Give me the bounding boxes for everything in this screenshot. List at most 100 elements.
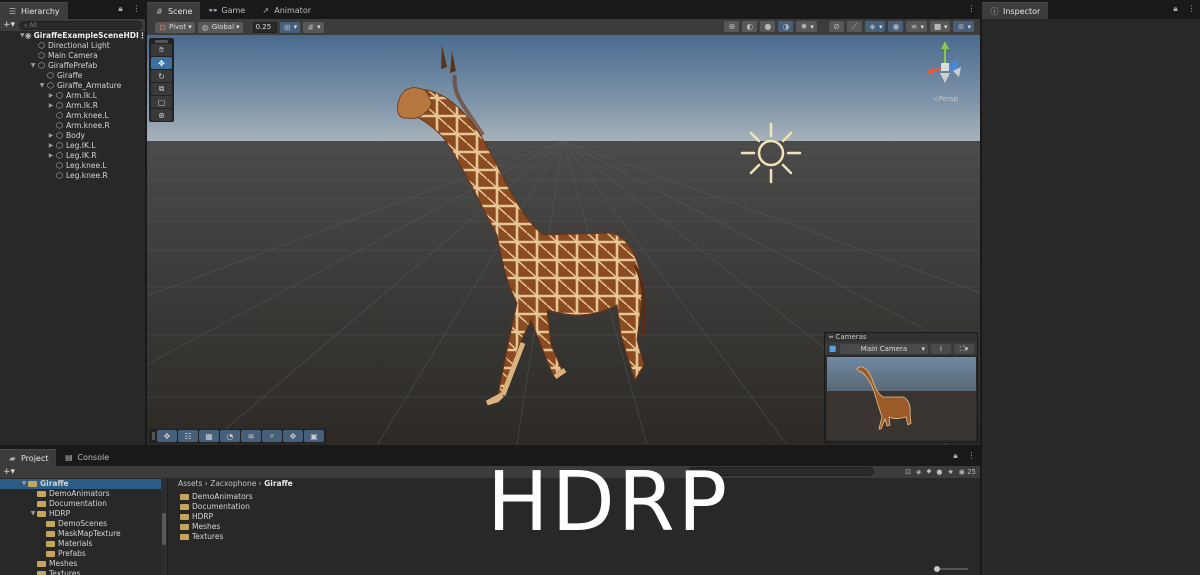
asset-item[interactable]: Documentation xyxy=(178,502,980,512)
overlay-tool-6[interactable]: ⌕ xyxy=(262,430,282,442)
folder-tree-item[interactable]: Prefabs xyxy=(0,549,167,559)
create-button[interactable]: +▾ xyxy=(3,467,15,477)
kebab-menu-icon[interactable]: ⋮ xyxy=(967,4,976,13)
expand-arrow-icon[interactable]: ▼ xyxy=(20,479,28,489)
folder-tree-item[interactable]: DemoScenes xyxy=(0,519,167,529)
asset-item[interactable]: DemoAnimators xyxy=(178,492,980,502)
shaded-button[interactable]: ● xyxy=(760,21,776,32)
hierarchy-item[interactable]: ⬡ Leg.knee.R xyxy=(0,171,145,181)
hierarchy-item[interactable]: ▶ ⬡ Body xyxy=(0,131,145,141)
hierarchy-item[interactable]: ▶ ⬡ Arm.Ik.R xyxy=(0,101,145,111)
expand-arrow-icon[interactable]: ▶ xyxy=(47,91,55,101)
overlay-tool-2[interactable]: ☷ xyxy=(178,430,198,442)
kebab-menu-icon[interactable]: ⋮ xyxy=(139,31,145,41)
gizmos-button[interactable]: ⊛ ▾ xyxy=(953,21,974,32)
tab-hierarchy[interactable]: ☰ Hierarchy xyxy=(0,2,68,19)
expand-arrow-icon[interactable]: ▶ xyxy=(47,101,55,111)
kebab-menu-icon[interactable]: ⋮ xyxy=(967,451,976,460)
breadcrumb-item[interactable]: Giraffe xyxy=(264,479,293,488)
move-tool[interactable]: ✥ xyxy=(151,57,172,69)
kebab-menu-icon[interactable]: ⋮ xyxy=(132,4,141,13)
camera-info-button[interactable]: i xyxy=(931,343,951,354)
expand-arrow-icon[interactable]: ▼ xyxy=(29,61,37,71)
hand-tool[interactable]: ✋︎ xyxy=(151,44,172,56)
visibility-toggle[interactable]: ◉ xyxy=(888,21,904,32)
search-by-type-icon[interactable]: ⊡ xyxy=(905,468,911,476)
folder-tree-scrollbar[interactable] xyxy=(161,478,167,575)
tools-drag-handle[interactable] xyxy=(155,40,168,43)
camera-button[interactable]: ■ ▾ xyxy=(929,21,951,32)
hierarchy-item[interactable]: ▼ ⬡ Giraffe_Armature xyxy=(0,81,145,91)
layer-button[interactable]: ≡ ▾ xyxy=(906,21,927,32)
lock-icon[interactable]: 🔒︎ xyxy=(951,451,960,460)
warning-icon[interactable]: ● xyxy=(936,468,942,476)
snap-increment-field[interactable]: 0.25 xyxy=(252,21,277,33)
grid-snap-button[interactable]: ⊞ ▾ xyxy=(279,21,301,33)
hierarchy-item[interactable]: ▼ ⬡ GiraffePrefab xyxy=(0,61,145,71)
global-toggle[interactable]: ◍ Global ▾ xyxy=(197,21,243,33)
icon-size-slider[interactable] xyxy=(934,566,968,572)
hierarchy-item[interactable]: ⬡ Arm.knee.R xyxy=(0,121,145,131)
kebab-menu-icon[interactable]: ⋮ xyxy=(1187,4,1196,13)
scene-root-item[interactable]: ▼ ◉ GiraffeExampleSceneHDI ⋮ xyxy=(0,31,145,41)
overlay-tool-4[interactable]: ◔ xyxy=(220,430,240,442)
scene-viewport[interactable]: ✋︎ ✥ ↻ ⧉ ▢ ⊛ ≺Persp ✥ ☷ ▦ ◔ ≋ ⌕ ✥ ▣ ═ Ca… xyxy=(147,35,980,445)
tag-icon[interactable]: ⬥ xyxy=(926,467,931,476)
effects-toggle[interactable]: ⟋ xyxy=(846,21,862,32)
tab-animator[interactable]: ↗ Animator xyxy=(253,2,319,19)
breadcrumb-item[interactable]: Zacxophone xyxy=(210,479,256,488)
perspective-label[interactable]: ≺Persp xyxy=(933,95,958,103)
tab-project[interactable]: ▰ Project xyxy=(0,449,57,466)
hierarchy-item[interactable]: ⬡ Main Camera xyxy=(0,51,145,61)
tab-scene[interactable]: # Scene xyxy=(147,2,201,19)
project-search-input[interactable] xyxy=(688,467,874,476)
pivot-toggle[interactable]: ⊡ Pivot ▾ xyxy=(155,21,195,33)
expand-arrow-icon[interactable]: ▶ xyxy=(47,151,55,161)
expand-arrow-icon[interactable]: ▶ xyxy=(47,131,55,141)
audio-toggle[interactable]: ⊘ xyxy=(828,21,844,32)
rotate-tool[interactable]: ↻ xyxy=(151,70,172,82)
tab-inspector[interactable]: ⓘ Inspector xyxy=(982,2,1049,19)
lighting-button[interactable]: ✹ ▾ xyxy=(796,21,817,32)
slider-knob[interactable] xyxy=(934,566,940,572)
asset-item[interactable]: Meshes xyxy=(178,522,980,532)
transform-tool[interactable]: ⊛ xyxy=(151,109,172,121)
folder-tree-item[interactable]: ▼ Giraffe xyxy=(0,479,167,489)
expand-arrow-icon[interactable]: ▼ xyxy=(38,81,46,91)
scene-visibility-button[interactable]: ◈ ▾ xyxy=(864,21,886,32)
camera-select[interactable]: Main Camera ▾ xyxy=(840,343,928,354)
hierarchy-item[interactable]: ▶ ⬡ Arm.Ik.L xyxy=(0,91,145,101)
scale-tool[interactable]: ⧉ xyxy=(151,83,172,95)
overlay-tool-3[interactable]: ▦ xyxy=(199,430,219,442)
lock-icon[interactable]: 🔒︎ xyxy=(1171,4,1180,13)
hierarchy-item[interactable]: ⬡ Arm.knee.L xyxy=(0,111,145,121)
grid-visibility-button[interactable]: # ▾ xyxy=(303,21,324,33)
folder-tree-item[interactable]: ▼ HDRP xyxy=(0,509,167,519)
asset-item[interactable]: HDRP xyxy=(178,512,980,522)
folder-tree-item[interactable]: Materials xyxy=(0,539,167,549)
lit-button[interactable]: ◑ xyxy=(778,21,794,32)
folder-tree-item[interactable]: DemoAnimators xyxy=(0,489,167,499)
hierarchy-search-input[interactable]: ⌕ All xyxy=(19,20,142,30)
folder-tree-item[interactable]: MaskMapTexture xyxy=(0,529,167,539)
asset-item[interactable]: Textures xyxy=(178,532,980,542)
expand-arrow-icon[interactable]: ▼ xyxy=(29,509,37,519)
shaded-wireframe-button[interactable]: ◐ xyxy=(742,21,758,32)
expand-arrow-icon[interactable]: ▶ xyxy=(47,141,55,151)
overlay-tool-5[interactable]: ≋ xyxy=(241,430,261,442)
hierarchy-item[interactable]: ⬡ Giraffe xyxy=(0,71,145,81)
hierarchy-item[interactable]: ▶ ⬡ Leg.IK.R xyxy=(0,151,145,161)
breadcrumb-item[interactable]: Assets xyxy=(178,479,202,488)
lock-icon[interactable]: 🔒︎ xyxy=(116,4,125,13)
folder-tree-item[interactable]: Textures xyxy=(0,569,167,575)
overlay-tool-1[interactable]: ✥ xyxy=(157,430,177,442)
rect-tool[interactable]: ▢ xyxy=(151,96,172,108)
folder-tree-item[interactable]: Meshes xyxy=(0,559,167,569)
hierarchy-item[interactable]: ▶ ⬡ Leg.IK.L xyxy=(0,141,145,151)
overlay-drag-handle[interactable] xyxy=(152,432,155,440)
tab-console[interactable]: ▤ Console xyxy=(56,449,117,466)
draw-mode-button[interactable]: ⊕ xyxy=(724,21,740,32)
cameras-title[interactable]: ═ Cameras xyxy=(825,333,977,342)
add-button[interactable]: +▾ xyxy=(3,20,15,30)
filter-label-icon[interactable]: ◈ xyxy=(916,468,921,476)
